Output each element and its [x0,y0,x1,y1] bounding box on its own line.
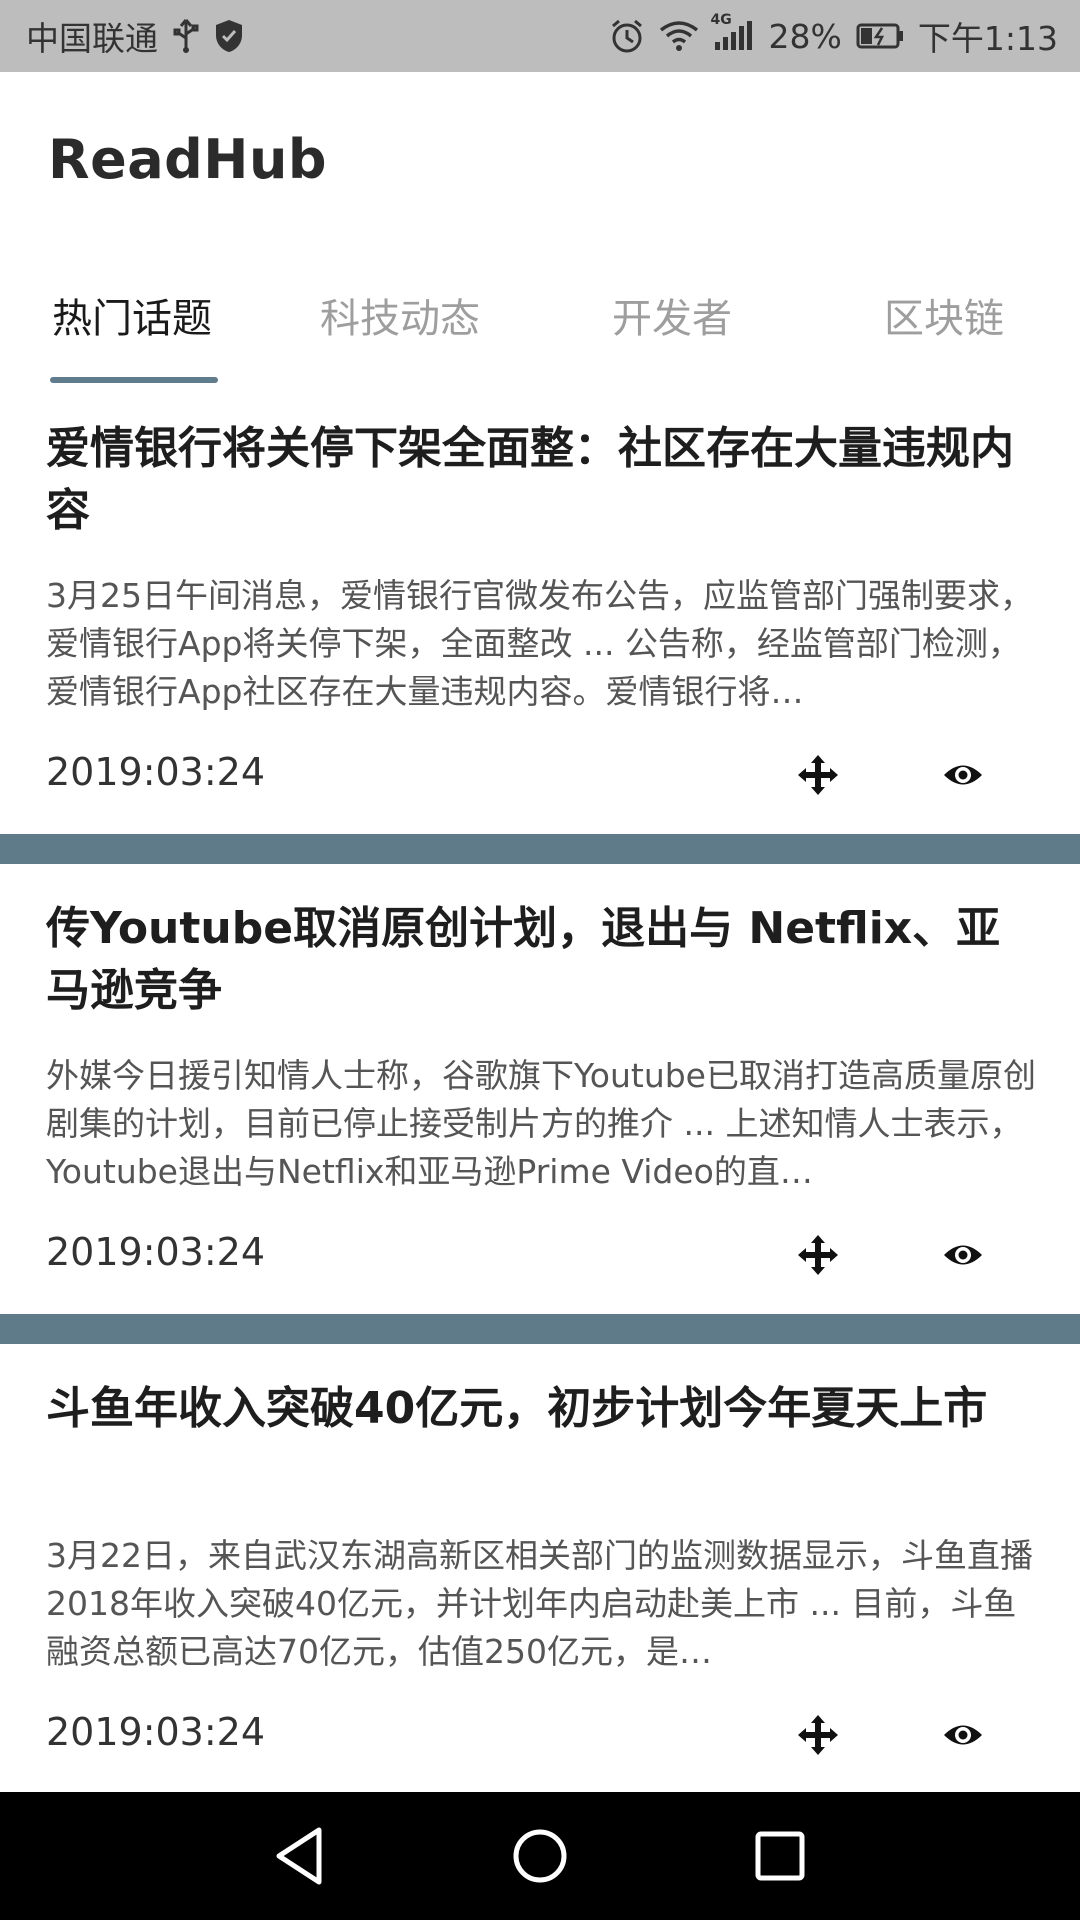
tab-tech-news[interactable]: 科技动态 [320,286,480,344]
card-divider [0,1314,1080,1344]
tab-hot-topics[interactable]: 热门话题 [52,286,212,344]
article-summary: 3月22日，来自武汉东湖高新区相关部门的监测数据显示，斗鱼直播2018年收入突破… [46,1536,1033,1671]
article-title[interactable]: 传Youtube取消原创计划，退出与 Netflix、亚马逊竞争 [46,898,1036,1022]
home-icon[interactable] [506,1822,574,1890]
card-divider [0,834,1080,864]
article-date: 2019:03:24 [46,1230,266,1274]
tab-blockchain[interactable]: 区块链 [884,286,1004,344]
status-bar: 中国联通 4G 28% 下午1:13 [0,0,1080,72]
wifi-icon [659,20,699,52]
tab-indicator [50,377,218,383]
article-summary: 外媒今日援引知情人士称，谷歌旗下Youtube已取消打造高质量原创剧集的计划，目… [46,1056,1036,1191]
article-date: 2019:03:24 [46,750,266,794]
article-title[interactable]: 斗鱼年收入突破40亿元，初步计划今年夏天上市 [46,1378,1036,1440]
article-card[interactable]: 传Youtube取消原创计划，退出与 Netflix、亚马逊竞争 外媒今日援引知… [0,864,1080,1314]
system-nav-bar [0,1792,1080,1920]
article-date: 2019:03:24 [46,1710,266,1754]
eye-icon[interactable] [942,1714,984,1756]
status-bar-left: 中国联通 [26,12,244,60]
app-bar: ReadHub [0,72,1080,242]
eye-icon[interactable] [942,1234,984,1276]
battery-percent: 28% [768,16,842,56]
article-title[interactable]: 爱情银行将关停下架全面整：社区存在大量违规内容 [46,418,1036,542]
network-type-label: 4G [710,12,732,28]
carrier-label: 中国联通 [26,19,158,58]
back-icon[interactable] [265,1822,333,1890]
alarm-icon [609,18,645,54]
battery-charging-icon [856,22,904,50]
eye-icon[interactable] [942,754,984,796]
move-icon[interactable] [797,754,839,796]
clock-time: 下午1:13 [917,19,1058,58]
tab-developers[interactable]: 开发者 [612,286,732,344]
article-summary: 3月25日午间消息，爱情银行官微发布公告，应监管部门强制要求，爱情银行App将关… [46,576,1033,711]
app-title: ReadHub [48,128,328,191]
move-icon[interactable] [797,1234,839,1276]
move-icon[interactable] [797,1714,839,1756]
recent-apps-icon[interactable] [746,1822,814,1890]
signal-icon: 4G [711,12,753,52]
shield-icon [214,19,244,53]
status-bar-right: 4G 28% 下午1:13 [609,12,1058,60]
usb-icon [172,18,200,54]
tab-bar: 热门话题 科技动态 开发者 区块链 [0,242,1080,388]
article-card[interactable]: 斗鱼年收入突破40亿元，初步计划今年夏天上市 3月22日，来自武汉东湖高新区相关… [0,1344,1080,1792]
article-card[interactable]: 爱情银行将关停下架全面整：社区存在大量违规内容 3月25日午间消息，爱情银行官微… [0,388,1080,834]
